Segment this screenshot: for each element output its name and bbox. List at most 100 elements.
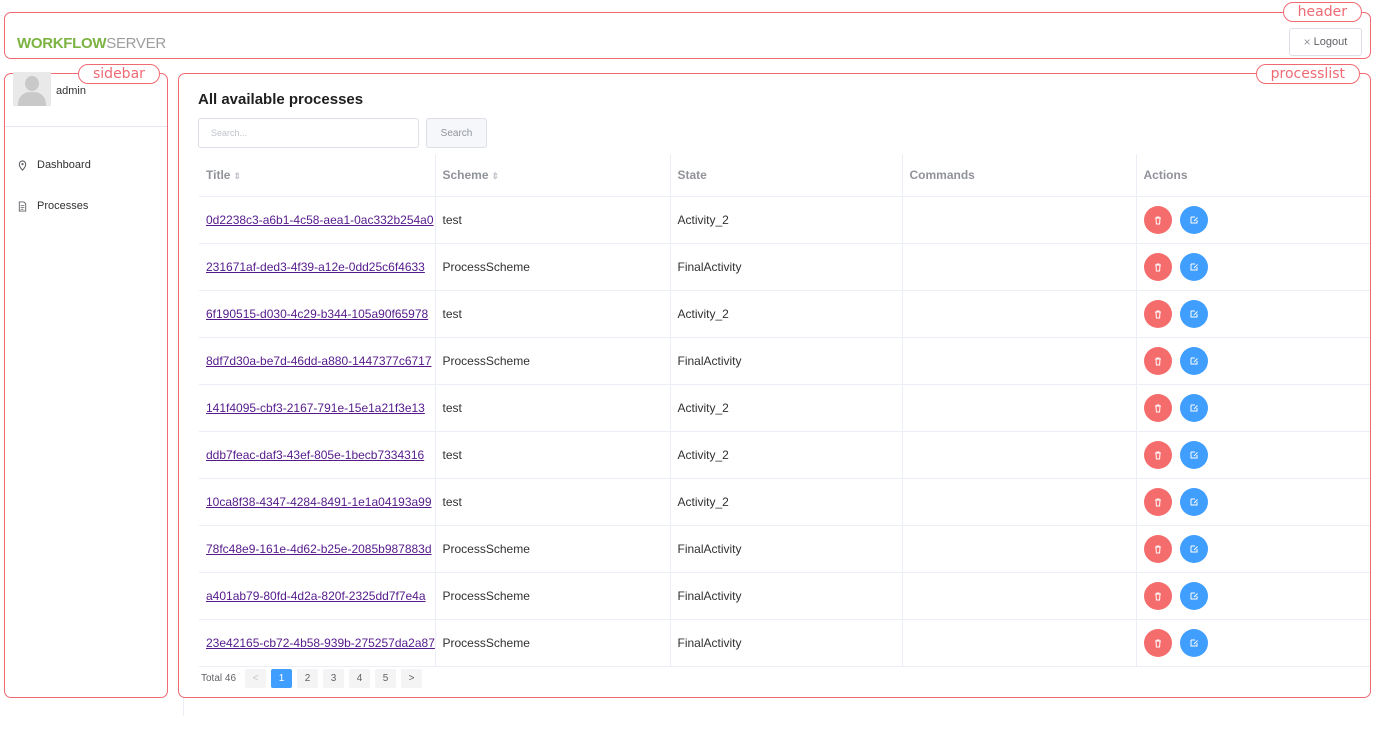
- process-link[interactable]: 78fc48e9-161e-4d62-b25e-2085b987883d: [206, 542, 432, 556]
- search-input[interactable]: [198, 118, 419, 148]
- cell-title: 6f190515-d030-4c29-b344-105a90f65978: [199, 290, 435, 338]
- cell-scheme: ProcessScheme: [434, 619, 670, 667]
- prev-page-button[interactable]: <: [245, 669, 267, 688]
- table-row: 0d2238c3-a6b1-4c58-aea1-0ac332b254a0 test…: [199, 196, 1370, 244]
- cell-scheme: ProcessScheme: [434, 572, 670, 620]
- cell-commands: [901, 431, 1136, 479]
- edit-button[interactable]: [1179, 582, 1208, 610]
- edit-button[interactable]: [1179, 629, 1208, 657]
- process-link[interactable]: 23e42165-cb72-4b58-939b-275257da2a87: [206, 636, 435, 650]
- cell-state: FinalActivity: [669, 572, 902, 620]
- edit-button[interactable]: [1179, 347, 1208, 375]
- next-page-button[interactable]: >: [401, 669, 423, 688]
- edit-icon: [1189, 450, 1199, 460]
- sidebar-divider: [5, 126, 167, 127]
- delete-button[interactable]: [1143, 206, 1172, 234]
- sort-icon[interactable]: ⇕: [492, 171, 500, 181]
- edit-button[interactable]: [1179, 300, 1208, 328]
- edit-button[interactable]: [1179, 206, 1208, 234]
- cell-actions: [1135, 290, 1370, 338]
- cell-actions: [1135, 243, 1370, 291]
- processlist-region: processlist All available processes Sear…: [178, 64, 1371, 698]
- column-header-scheme[interactable]: Scheme ⇕: [434, 154, 670, 197]
- page-title: All available processes: [198, 91, 364, 108]
- edit-icon: [1189, 497, 1199, 507]
- pagination-total: Total 46: [201, 673, 237, 684]
- delete-button[interactable]: [1143, 488, 1172, 516]
- sidebar-item-processes[interactable]: Processes: [17, 200, 88, 212]
- delete-button[interactable]: [1143, 582, 1172, 610]
- page-button-3[interactable]: 3: [323, 669, 345, 688]
- cell-title: 23e42165-cb72-4b58-939b-275257da2a87: [199, 619, 435, 667]
- delete-button[interactable]: [1143, 347, 1172, 375]
- location-pin-icon: [18, 159, 27, 171]
- cell-title: 231671af-ded3-4f39-a12e-0dd25c6f4633: [199, 243, 435, 291]
- header-annotation-tag: header: [1282, 2, 1362, 22]
- column-header-actions: Actions: [1135, 154, 1370, 197]
- cell-actions: [1135, 619, 1370, 667]
- cell-commands: [901, 290, 1136, 338]
- edit-button[interactable]: [1179, 441, 1208, 469]
- cell-commands: [901, 196, 1136, 244]
- sort-icon[interactable]: ⇕: [233, 171, 241, 181]
- delete-button[interactable]: [1143, 441, 1172, 469]
- process-link[interactable]: a401ab79-80fd-4d2a-820f-2325dd7f7e4a: [206, 589, 426, 603]
- column-header-title[interactable]: Title ⇕: [199, 154, 435, 197]
- sidebar-item-label: Dashboard: [37, 159, 91, 171]
- process-link[interactable]: 8df7d30a-be7d-46dd-a880-1447377c6717: [206, 354, 432, 368]
- process-link[interactable]: 231671af-ded3-4f39-a12e-0dd25c6f4633: [206, 260, 425, 274]
- cell-title: ddb7feac-daf3-43ef-805e-1becb7334316: [199, 431, 435, 479]
- trash-icon: [1153, 544, 1163, 554]
- process-link[interactable]: 141f4095-cbf3-2167-791e-15e1a21f3e13: [206, 401, 425, 415]
- cell-scheme: ProcessScheme: [434, 243, 670, 291]
- column-header-commands: Commands: [901, 154, 1136, 197]
- logo-server-text: SERVER: [106, 35, 166, 52]
- delete-button[interactable]: [1143, 300, 1172, 328]
- cell-title: 0d2238c3-a6b1-4c58-aea1-0ac332b254a0: [199, 196, 435, 244]
- edit-icon: [1189, 591, 1199, 601]
- sidebar-item-label: Processes: [37, 200, 89, 212]
- delete-button[interactable]: [1143, 535, 1172, 563]
- process-link[interactable]: 10ca8f38-4347-4284-8491-1e1a04193a99: [206, 495, 432, 509]
- cell-state: Activity_2: [669, 431, 902, 479]
- process-link[interactable]: 6f190515-d030-4c29-b344-105a90f65978: [206, 307, 428, 321]
- sidebar-region: sidebar admin Dashboard Processes: [4, 64, 168, 698]
- cell-scheme: test: [434, 431, 670, 479]
- trash-icon: [1153, 403, 1163, 413]
- delete-button[interactable]: [1143, 629, 1172, 657]
- search-button[interactable]: Search: [426, 118, 487, 148]
- cell-title: 78fc48e9-161e-4d62-b25e-2085b987883d: [199, 525, 435, 573]
- edit-icon: [1189, 638, 1199, 648]
- cell-state: Activity_2: [669, 290, 902, 338]
- delete-button[interactable]: [1143, 394, 1172, 422]
- cell-scheme: test: [434, 290, 670, 338]
- edit-button[interactable]: [1179, 394, 1208, 422]
- page-button-5[interactable]: 5: [375, 669, 397, 688]
- edit-button[interactable]: [1179, 253, 1208, 281]
- avatar: [13, 72, 51, 106]
- edit-button[interactable]: [1179, 488, 1208, 516]
- cell-actions: [1135, 337, 1370, 385]
- delete-button[interactable]: [1143, 253, 1172, 281]
- page-button-2[interactable]: 2: [297, 669, 319, 688]
- page-button-1[interactable]: 1: [271, 669, 293, 688]
- cell-commands: [901, 572, 1136, 620]
- cell-commands: [901, 619, 1136, 667]
- process-link[interactable]: ddb7feac-daf3-43ef-805e-1becb7334316: [206, 448, 424, 462]
- logout-button[interactable]: × Logout: [1289, 28, 1362, 56]
- sidebar-annotation-tag: sidebar: [78, 64, 160, 84]
- header-region: header WORKFLOWSERVER × Logout: [4, 2, 1371, 59]
- process-link[interactable]: 0d2238c3-a6b1-4c58-aea1-0ac332b254a0: [206, 213, 434, 227]
- app-logo[interactable]: WORKFLOWSERVER: [17, 35, 166, 52]
- table-row: 78fc48e9-161e-4d62-b25e-2085b987883d Proc…: [199, 525, 1370, 573]
- sidebar-item-dashboard[interactable]: Dashboard: [17, 159, 91, 171]
- cell-title: 8df7d30a-be7d-46dd-a880-1447377c6717: [199, 337, 435, 385]
- cell-actions: [1135, 478, 1370, 526]
- trash-icon: [1153, 450, 1163, 460]
- document-icon: [18, 200, 27, 212]
- edit-button[interactable]: [1179, 535, 1208, 563]
- table-row: a401ab79-80fd-4d2a-820f-2325dd7f7e4a Proc…: [199, 572, 1370, 620]
- cell-actions: [1135, 572, 1370, 620]
- page-button-4[interactable]: 4: [349, 669, 371, 688]
- cell-commands: [901, 243, 1136, 291]
